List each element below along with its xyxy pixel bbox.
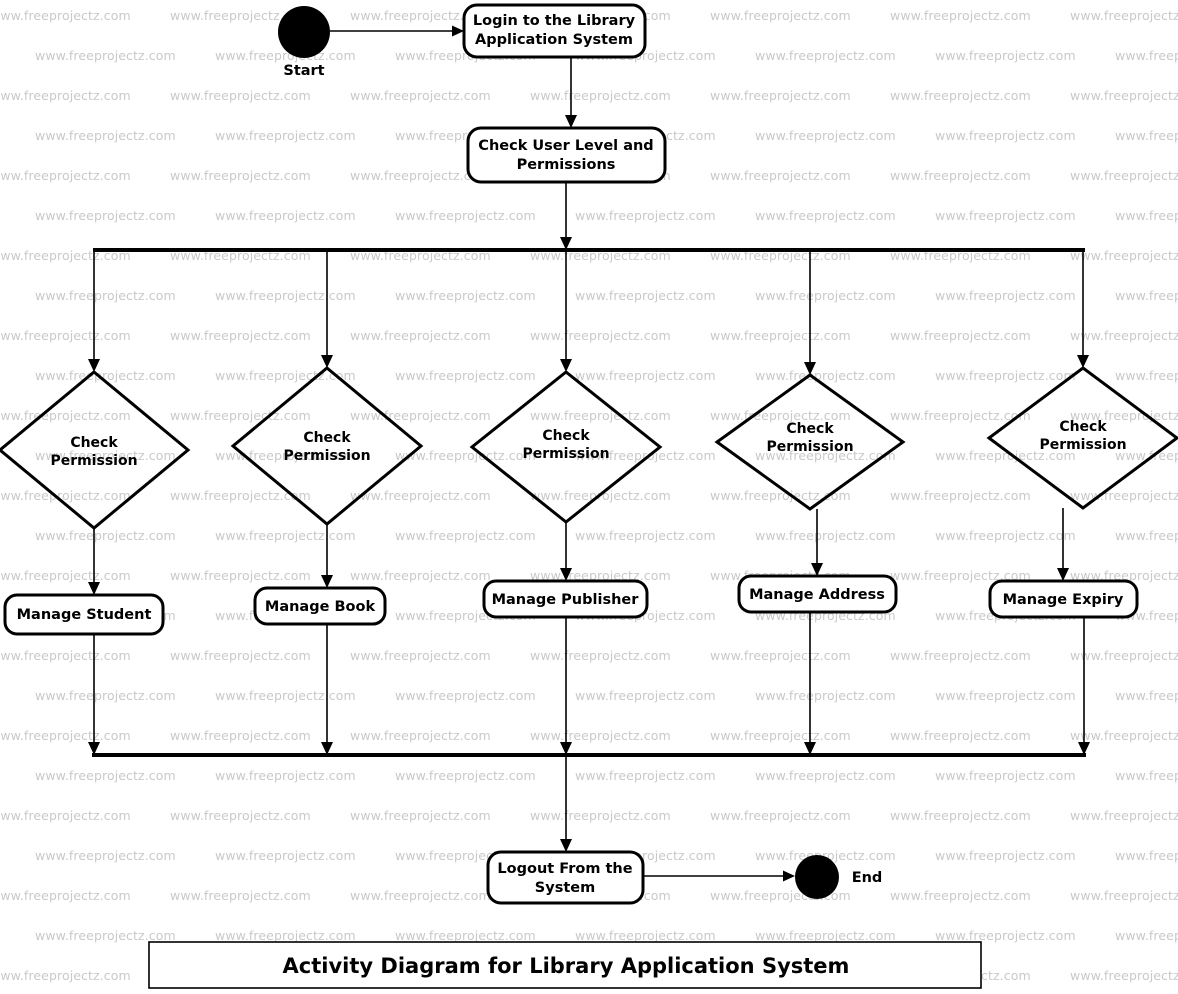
action-login-label-line1: Login to the Library bbox=[473, 13, 636, 29]
arrowhead-decision-3-to-action bbox=[560, 568, 572, 581]
arrowhead-decision-4-to-action bbox=[811, 563, 823, 576]
action-logout-label-line2: System bbox=[535, 880, 595, 896]
arrowhead-decision-2-to-action bbox=[321, 575, 333, 588]
action-login-label-line2: Application System bbox=[475, 32, 633, 48]
arrowhead-fork-to-decision-5 bbox=[1077, 355, 1089, 368]
decision-2-label-line2: Permission bbox=[283, 448, 370, 464]
start-node-label: Start bbox=[283, 63, 324, 79]
decision-3-label-line1: Check bbox=[542, 428, 590, 444]
arrowhead-fork-to-decision-4 bbox=[804, 362, 816, 375]
arrowhead-fork-to-decision-1 bbox=[88, 359, 100, 372]
decision-3-label-line2: Permission bbox=[522, 446, 609, 462]
action-check-label-line2: Permissions bbox=[517, 157, 616, 173]
activity-diagram: Start Login to the Library Application S… bbox=[0, 0, 1178, 994]
arrowhead-decision-1-to-action bbox=[88, 582, 100, 595]
arrowhead-login-to-check bbox=[565, 115, 577, 128]
action-manage-student-label: Manage Student bbox=[17, 607, 152, 623]
decision-2 bbox=[230, 366, 424, 526]
arrowhead-start-to-login bbox=[452, 25, 464, 37]
action-manage-publisher-label: Manage Publisher bbox=[492, 592, 640, 608]
decision-4-label-line2: Permission bbox=[766, 439, 853, 455]
start-node bbox=[278, 6, 330, 58]
action-logout-label-line1: Logout From the bbox=[497, 861, 632, 877]
arrowhead-fork-to-decision-2 bbox=[321, 355, 333, 368]
end-node bbox=[795, 855, 839, 899]
diagram-canvas: www.freeprojectz.com www.freeprojectz.com… bbox=[0, 0, 1178, 994]
decision-2-label-line1: Check bbox=[303, 430, 351, 446]
action-manage-book-label: Manage Book bbox=[265, 599, 376, 615]
action-check-label-line1: Check User Level and bbox=[478, 138, 653, 154]
arrowhead-decision-5-to-action bbox=[1057, 568, 1069, 581]
caption-text: Activity Diagram for Library Application… bbox=[283, 954, 850, 978]
decision-5-label-line2: Permission bbox=[1039, 437, 1126, 453]
decision-4-label-line1: Check bbox=[786, 421, 834, 437]
action-check-user-level bbox=[466, 126, 667, 184]
action-manage-address-label: Manage Address bbox=[749, 587, 885, 603]
action-manage-expiry-label: Manage Expiry bbox=[1003, 592, 1124, 608]
decision-5-label-line1: Check bbox=[1059, 419, 1107, 435]
end-node-label: End bbox=[852, 870, 883, 886]
decision-1-label-line2: Permission bbox=[50, 453, 137, 469]
arrowhead-logout-to-end bbox=[783, 870, 795, 882]
arrowhead-fork-to-decision-3 bbox=[560, 359, 572, 372]
decision-1-label-line1: Check bbox=[70, 435, 118, 451]
arrowhead-join-to-logout bbox=[560, 839, 572, 852]
